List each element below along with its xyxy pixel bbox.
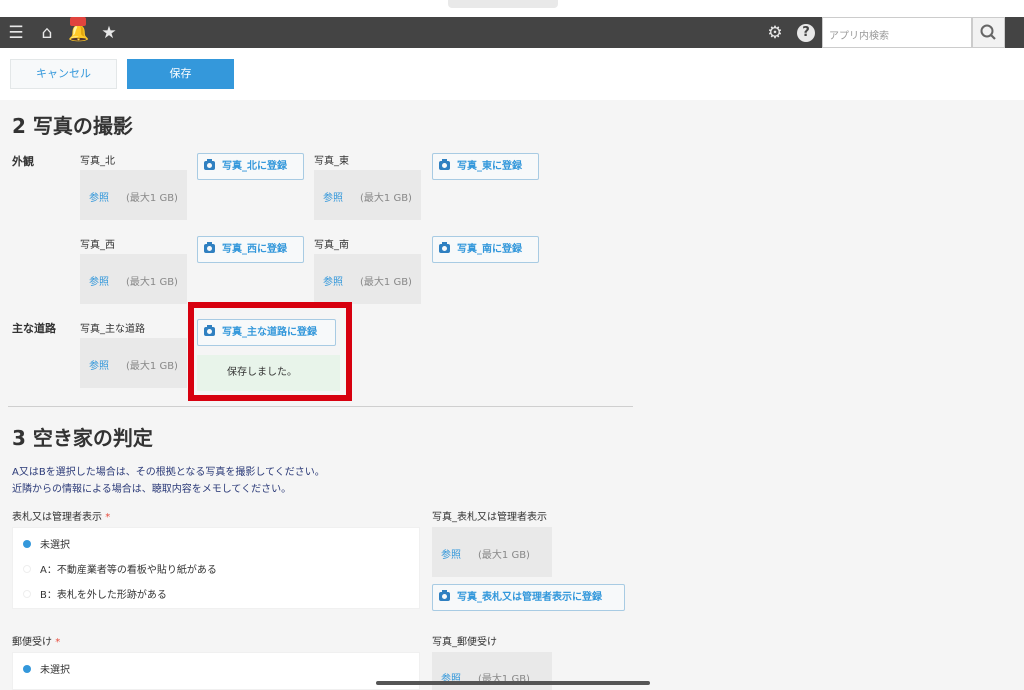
status-pill: [448, 0, 558, 8]
browse-link[interactable]: 参照: [89, 273, 109, 288]
star-icon[interactable]: ★: [98, 22, 120, 44]
radio-option[interactable]: 未選択: [23, 661, 70, 676]
photo-sign-file-field: 参照 (最大1 GB): [432, 527, 552, 577]
sign-radio-group: 未選択 A：不動産業者等の看板や貼り紙がある B：表札を外した形跡がある: [12, 527, 420, 609]
register-sign-label: 写真_表札又は管理者表示に登録: [457, 592, 602, 603]
main-road-row-label: 主な道路: [12, 322, 56, 335]
camera-icon: [204, 325, 215, 336]
section-2-title: 2 写真の撮影: [12, 114, 133, 138]
radio-option-label: B：表札を外した形跡がある: [40, 590, 167, 601]
photo-west-file-field: 参照 (最大1 GB): [80, 254, 187, 304]
max-size-hint: (最大1 GB): [360, 193, 412, 204]
radio-option-label: A：不動産業者等の看板や貼り紙がある: [40, 565, 217, 576]
camera-icon: [439, 590, 450, 601]
mailbox-radio-group: 未選択: [12, 652, 420, 690]
register-south-label: 写真_南に登録: [457, 244, 522, 255]
photo-north-file-field: 参照 (最大1 GB): [80, 170, 187, 220]
camera-icon: [204, 159, 215, 170]
required-mark: *: [55, 637, 61, 648]
register-south-button[interactable]: 写真_南に登録: [432, 236, 539, 263]
search-button[interactable]: [972, 17, 1005, 48]
register-sign-button[interactable]: 写真_表札又は管理者表示に登録: [432, 584, 625, 611]
photo-main-road-label: 写真_主な道路: [80, 324, 145, 335]
mailbox-field-label: 郵便受け *: [12, 633, 60, 648]
radio-unselected-icon: [23, 590, 31, 598]
browse-link[interactable]: 参照: [323, 189, 343, 204]
photo-west-label: 写真_西: [80, 240, 115, 251]
photo-south-label: 写真_南: [314, 240, 349, 251]
radio-option-label: 未選択: [40, 540, 70, 551]
mailbox-field-label-text: 郵便受け: [12, 637, 52, 648]
photo-north-label: 写真_北: [80, 156, 115, 167]
browse-link[interactable]: 参照: [89, 357, 109, 372]
max-size-hint: (最大1 GB): [126, 193, 178, 204]
required-mark: *: [105, 512, 111, 523]
save-button[interactable]: 保存: [127, 59, 234, 89]
bell-icon[interactable]: 🔔: [68, 17, 90, 44]
browse-link[interactable]: 参照: [441, 546, 461, 561]
menu-icon[interactable]: ☰: [5, 22, 27, 44]
exterior-row-label: 外観: [12, 155, 34, 168]
max-size-hint: (最大1 GB): [478, 550, 530, 561]
photo-mailbox-label: 写真_郵便受け: [432, 637, 497, 648]
sign-field-label-text: 表札又は管理者表示: [12, 512, 102, 523]
radio-option[interactable]: 未選択: [23, 536, 70, 551]
radio-selected-icon: [23, 540, 31, 548]
photo-sign-label: 写真_表札又は管理者表示: [432, 512, 547, 523]
browse-link[interactable]: 参照: [89, 189, 109, 204]
register-west-label: 写真_西に登録: [222, 244, 287, 255]
register-north-button[interactable]: 写真_北に登録: [197, 153, 304, 180]
instruction-line-1: A又はBを選択した場合は、その根拠となる写真を撮影してください。: [12, 467, 325, 478]
instruction-line-2: 近隣からの情報による場合は、聴取内容をメモしてください。: [12, 484, 292, 495]
register-main-road-button[interactable]: 写真_主な道路に登録: [197, 319, 336, 346]
search-input[interactable]: アプリ内検索: [822, 17, 972, 48]
radio-option-label: 未選択: [40, 665, 70, 676]
photo-south-file-field: 参照 (最大1 GB): [314, 254, 421, 304]
camera-icon: [439, 242, 450, 253]
photo-east-label: 写真_東: [314, 156, 349, 167]
home-icon[interactable]: ⌂: [36, 22, 58, 44]
register-main-road-label: 写真_主な道路に登録: [222, 327, 317, 338]
photo-main-road-file-field: 参照 (最大1 GB): [80, 338, 187, 388]
section-3-title: 3 空き家の判定: [12, 426, 153, 450]
sign-field-label: 表札又は管理者表示 *: [12, 508, 110, 523]
register-north-label: 写真_北に登録: [222, 161, 287, 172]
search-icon: [980, 24, 996, 40]
gear-icon[interactable]: ⚙: [764, 22, 786, 44]
max-size-hint: (最大1 GB): [126, 277, 178, 288]
camera-icon: [439, 159, 450, 170]
home-indicator: [376, 681, 650, 685]
register-east-label: 写真_東に登録: [457, 161, 522, 172]
register-west-button[interactable]: 写真_西に登録: [197, 236, 304, 263]
browse-link[interactable]: 参照: [323, 273, 343, 288]
cancel-button[interactable]: キャンセル: [10, 59, 117, 89]
device-status-bar: [0, 0, 1024, 17]
section-divider: [8, 406, 633, 407]
camera-icon: [204, 242, 215, 253]
help-icon[interactable]: ?: [797, 24, 815, 42]
radio-option[interactable]: A：不動産業者等の看板や貼り紙がある: [23, 561, 217, 576]
saved-message: 保存しました。: [197, 355, 340, 391]
photo-east-file-field: 参照 (最大1 GB): [314, 170, 421, 220]
register-east-button[interactable]: 写真_東に登録: [432, 153, 539, 180]
max-size-hint: (最大1 GB): [126, 361, 178, 372]
max-size-hint: (最大1 GB): [360, 277, 412, 288]
radio-selected-icon: [23, 665, 31, 673]
radio-unselected-icon: [23, 565, 31, 573]
radio-option[interactable]: B：表札を外した形跡がある: [23, 586, 167, 601]
notification-badge: [70, 17, 86, 26]
